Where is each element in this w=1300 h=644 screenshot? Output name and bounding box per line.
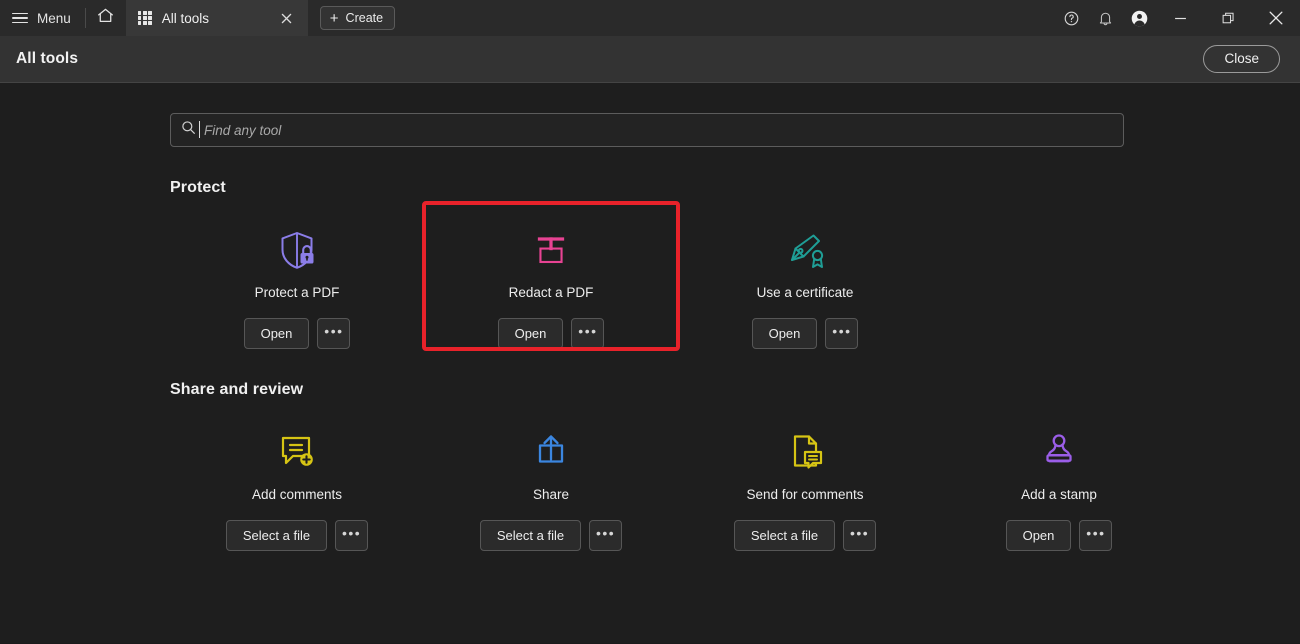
close-window-icon[interactable]: [1252, 0, 1300, 36]
tool-label: Add a stamp: [1021, 487, 1097, 502]
home-button[interactable]: [86, 0, 126, 36]
pen-certificate-icon: [773, 221, 837, 279]
search-placeholder: Find any tool: [198, 120, 282, 138]
menu-button[interactable]: Menu: [0, 0, 85, 36]
account-avatar-icon[interactable]: [1122, 0, 1156, 36]
page-title: All tools: [16, 50, 79, 67]
tool-row: Protect a PDF Open ••• Redact a PDF Open…: [170, 201, 1300, 351]
search-area: Find any tool: [0, 83, 1300, 147]
tool-card-share[interactable]: Share Select a file •••: [424, 405, 678, 551]
main-content: Find any tool Protect Protect a PDF Open…: [0, 83, 1300, 643]
tool-actions: Select a file •••: [479, 520, 623, 551]
overflow-dots-icon[interactable]: •••: [589, 520, 623, 551]
share-upload-icon: [519, 423, 583, 481]
search-input[interactable]: Find any tool: [170, 113, 1124, 147]
tool-actions: Open •••: [243, 318, 351, 349]
select-a-file-button[interactable]: Select a file: [733, 520, 836, 551]
close-button[interactable]: Close: [1203, 44, 1280, 74]
open-button[interactable]: Open: [1005, 520, 1072, 551]
tool-card-use-a-certificate[interactable]: Use a certificate Open •••: [678, 203, 932, 349]
tab-label: All tools: [161, 10, 210, 26]
tool-actions: Select a file •••: [225, 520, 369, 551]
tool-row: Add comments Select a file ••• Share Sel…: [170, 405, 1300, 551]
select-a-file-button[interactable]: Select a file: [225, 520, 328, 551]
select-a-file-button[interactable]: Select a file: [479, 520, 582, 551]
document-comment-icon: [773, 423, 837, 481]
section-share-and-review: Share and review Add comments Select a f…: [0, 381, 1300, 551]
minimize-icon[interactable]: [1156, 0, 1204, 36]
title-bar-left: Menu All tools + Create: [0, 0, 396, 36]
overflow-dots-icon[interactable]: •••: [1079, 520, 1113, 551]
tool-label: Protect a PDF: [254, 285, 340, 300]
tool-actions: Select a file •••: [733, 520, 877, 551]
bell-icon[interactable]: [1088, 0, 1122, 36]
title-bar: Menu All tools + Create: [0, 0, 1300, 36]
tool-card-add-comments[interactable]: Add comments Select a file •••: [170, 405, 424, 551]
grid-icon: [137, 11, 152, 25]
hamburger-icon: [12, 12, 28, 24]
open-button[interactable]: Open: [751, 318, 818, 349]
menu-button-label: Menu: [37, 10, 71, 26]
tool-label: Add comments: [251, 487, 343, 502]
tool-actions: Open •••: [497, 318, 605, 349]
close-icon[interactable]: [276, 7, 298, 29]
overflow-dots-icon[interactable]: •••: [571, 318, 605, 349]
tool-label: Send for comments: [746, 487, 864, 502]
tool-label: Redact a PDF: [508, 285, 594, 300]
tool-card-send-for-comments[interactable]: Send for comments Select a file •••: [678, 405, 932, 551]
search-icon: [181, 120, 196, 140]
comment-plus-icon: [265, 423, 329, 481]
tool-label: Use a certificate: [756, 285, 854, 300]
open-button[interactable]: Open: [243, 318, 310, 349]
section-title: Protect: [170, 179, 226, 196]
tool-actions: Open •••: [751, 318, 859, 349]
open-button[interactable]: Open: [497, 318, 564, 349]
rubber-stamp-icon: [1027, 423, 1091, 481]
overflow-dots-icon[interactable]: •••: [317, 318, 351, 349]
sub-header: All tools Close: [0, 36, 1300, 83]
overflow-dots-icon[interactable]: •••: [843, 520, 877, 551]
plus-icon: +: [329, 9, 339, 27]
overflow-dots-icon[interactable]: •••: [335, 520, 369, 551]
shield-lock-icon: [265, 221, 329, 279]
create-button-label: Create: [345, 11, 384, 25]
tool-card-protect-a-pdf[interactable]: Protect a PDF Open •••: [170, 203, 424, 349]
tool-label: Share: [532, 487, 570, 502]
title-bar-right: [1054, 0, 1300, 36]
redact-marker-icon: [519, 221, 583, 279]
section-protect: Protect Protect a PDF Open ••• Redact a …: [0, 179, 1300, 351]
create-button[interactable]: + Create: [319, 6, 396, 30]
tool-actions: Open •••: [1005, 520, 1113, 551]
tool-card-add-a-stamp[interactable]: Add a stamp Open •••: [932, 405, 1186, 551]
overflow-dots-icon[interactable]: •••: [825, 318, 859, 349]
restore-icon[interactable]: [1204, 0, 1252, 36]
section-title: Share and review: [170, 381, 304, 398]
tab-all-tools[interactable]: All tools: [125, 0, 308, 36]
help-circle-icon[interactable]: [1054, 0, 1088, 36]
tool-card-redact-a-pdf[interactable]: Redact a PDF Open •••: [422, 201, 680, 351]
home-icon: [96, 6, 115, 30]
